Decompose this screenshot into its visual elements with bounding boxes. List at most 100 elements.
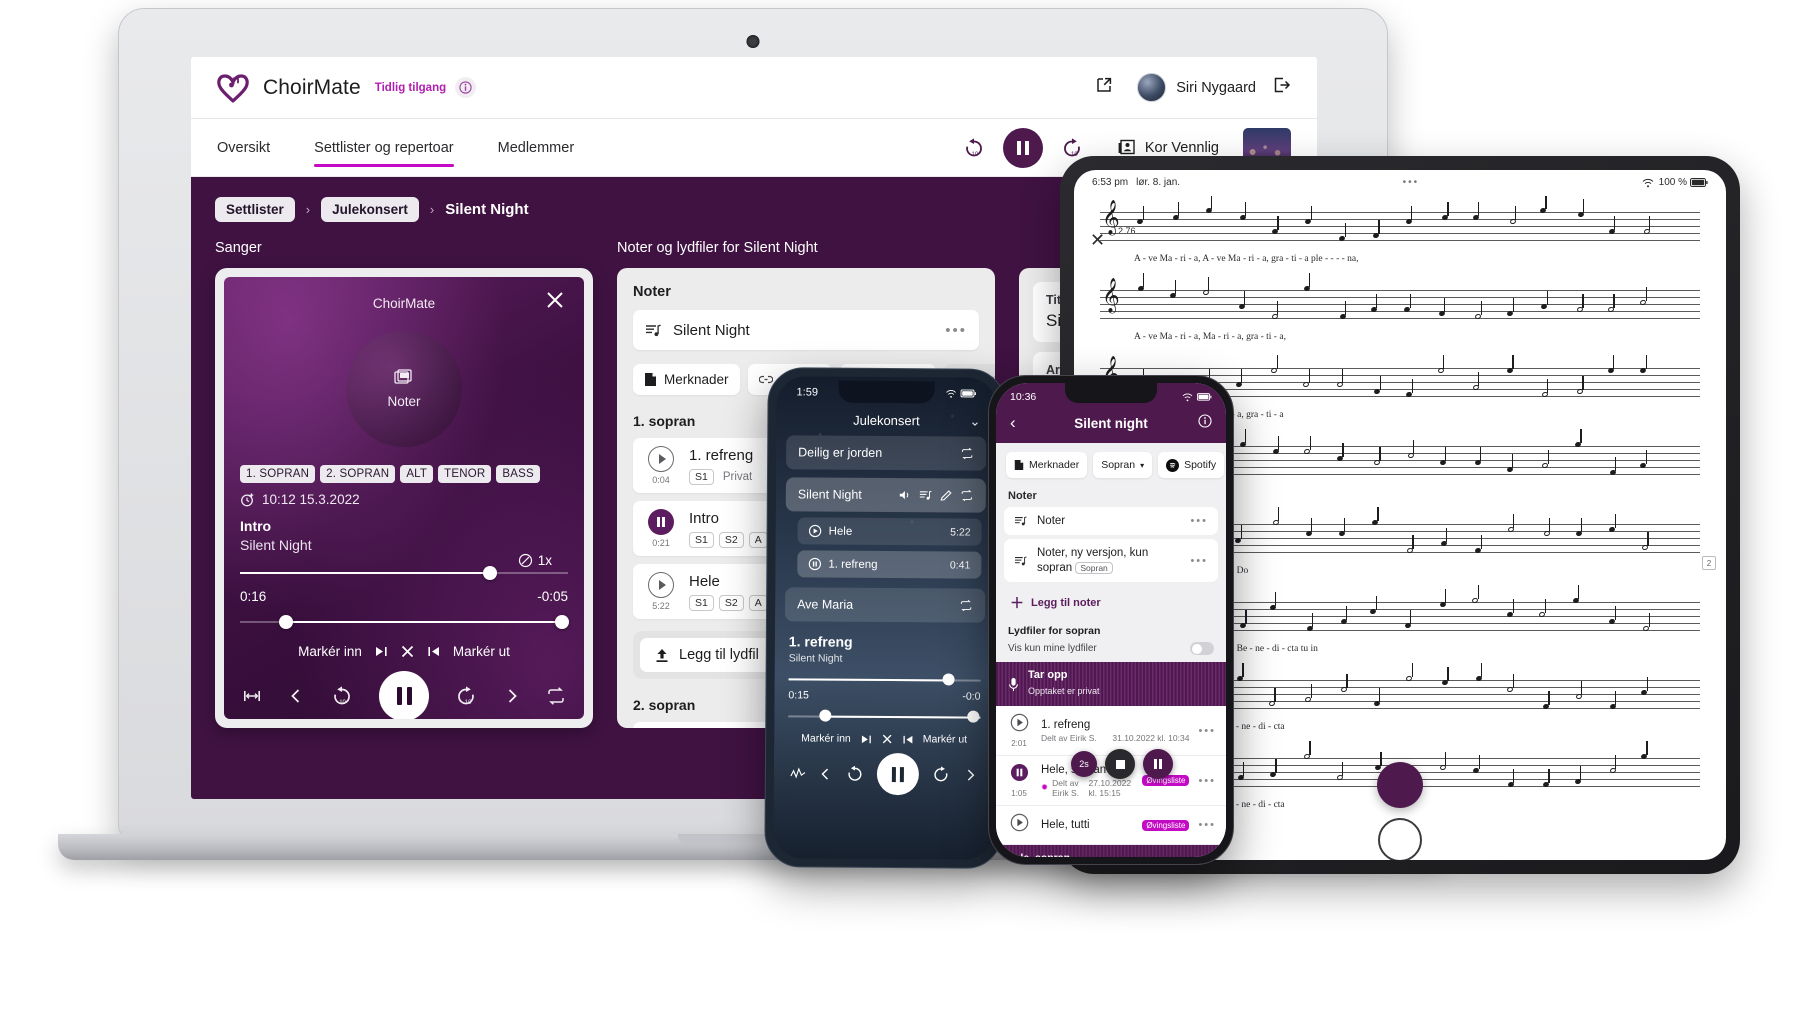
track-play-area[interactable]: 1:05 (1006, 763, 1032, 798)
note-stem (1377, 507, 1379, 521)
mark-out-label[interactable]: Markér ut (453, 644, 510, 659)
global-play-pause-button[interactable] (1002, 127, 1043, 168)
sheet-row[interactable]: Silent Night ••• (633, 310, 979, 350)
edit-icon[interactable] (940, 489, 953, 501)
progress-slider[interactable] (788, 671, 981, 688)
breadcrumb-julekonsert[interactable]: Julekonsert (321, 197, 419, 222)
note-stem (1545, 196, 1547, 209)
note-stem (1445, 751, 1447, 766)
mark-in-icon[interactable] (374, 645, 388, 658)
play-icon[interactable] (1010, 713, 1029, 732)
close-icon[interactable] (544, 289, 570, 315)
progress-slider[interactable] (240, 563, 568, 583)
track-play-area[interactable]: 0:21 (644, 509, 678, 548)
row-menu-icon[interactable]: ••• (1190, 555, 1208, 567)
info-icon[interactable] (455, 77, 477, 98)
breadcrumb-settlister[interactable]: Settlister (215, 197, 295, 222)
list-item[interactable]: Noter ••• (1004, 507, 1218, 535)
sheet-menu-icon[interactable]: ••• (945, 322, 967, 339)
clear-markers-icon[interactable] (881, 733, 893, 745)
previous-icon[interactable] (818, 766, 833, 781)
row-menu-icon[interactable]: ••• (1190, 515, 1208, 527)
repeat-icon[interactable] (959, 599, 973, 612)
info-icon[interactable] (1192, 413, 1212, 433)
track-play-area[interactable]: 5:22 (644, 572, 678, 611)
row-menu-icon[interactable]: ••• (1198, 775, 1216, 787)
mark-out-icon[interactable] (427, 645, 441, 658)
open-external-icon[interactable] (1095, 76, 1113, 99)
play-pause-button[interactable] (379, 671, 429, 719)
record-button[interactable] (1377, 762, 1423, 808)
play-icon[interactable] (1010, 813, 1029, 832)
range-slider[interactable] (788, 708, 981, 725)
repeat-icon[interactable] (546, 687, 566, 705)
chevron-down-icon[interactable]: ⌄ (969, 413, 980, 429)
next-icon[interactable] (963, 767, 978, 782)
add-audio-button[interactable]: Legg til lydfil (640, 638, 774, 672)
chip-spotify[interactable]: Spotify (1158, 452, 1225, 478)
list-item[interactable]: 1. refreng 0:41 (797, 550, 982, 579)
stop-button[interactable] (1105, 749, 1135, 779)
pause-icon[interactable] (648, 509, 674, 535)
row-menu-icon[interactable]: ••• (1198, 725, 1216, 737)
track-play-area[interactable]: 2:01 (1006, 713, 1032, 748)
sheet-music-disc[interactable]: Noter (346, 331, 462, 447)
home-indicator[interactable] (1378, 818, 1422, 860)
now-playing-bar[interactable]: Hele, sopran Silent night / Franz Xaver … (996, 845, 1226, 857)
list-item[interactable]: Ave Maria (784, 587, 986, 623)
play-pause-button[interactable] (876, 752, 920, 796)
back-icon[interactable]: ‹ (1010, 413, 1030, 433)
track-play-area[interactable]: 0:04 (644, 446, 678, 485)
add-notes-button[interactable]: ＋ Legg til noter (996, 586, 1226, 620)
table-row[interactable]: Hele, tutti Øvingsliste ••• (996, 806, 1226, 845)
row-menu-icon[interactable]: ••• (1198, 819, 1216, 831)
volume-icon[interactable] (899, 489, 912, 501)
list-item[interactable]: Deilig er jorden (786, 435, 987, 471)
rewind-10-icon[interactable]: 10 (330, 684, 354, 708)
speed-button[interactable]: 2s (1071, 751, 1097, 777)
mark-out-icon[interactable] (902, 734, 914, 745)
list-item-selected[interactable]: Silent Night (785, 477, 986, 513)
chip-merknader[interactable]: Merknader (633, 364, 740, 395)
track-play-area[interactable] (1006, 813, 1032, 837)
mark-in-label[interactable]: Markér inn (298, 644, 362, 659)
list-item[interactable]: Noter, ny versjon, kun sopran Sopran ••• (1004, 539, 1218, 582)
previous-icon[interactable] (287, 687, 305, 705)
choir-selector[interactable]: Kor Vennlig (1117, 138, 1219, 157)
rewind-10-icon[interactable]: 10 (961, 135, 987, 161)
chip-voice-selector[interactable]: Sopran ▾ (1093, 452, 1153, 478)
play-icon[interactable] (808, 524, 822, 538)
pause-icon[interactable] (808, 557, 822, 571)
note-stem (1548, 517, 1551, 532)
loop-range-icon[interactable] (242, 688, 262, 704)
chip-merknader[interactable]: Merknader (1006, 452, 1088, 478)
score-icon[interactable] (919, 489, 933, 501)
forward-10-icon[interactable]: 10 (1059, 135, 1085, 161)
add-audio-wrap[interactable]: Legg til lydfil (633, 631, 781, 679)
tab-oversikt[interactable]: Oversikt (217, 119, 270, 177)
next-icon[interactable] (503, 687, 521, 705)
play-icon[interactable] (648, 572, 674, 598)
forward-10-icon[interactable] (931, 764, 951, 784)
logout-icon[interactable] (1272, 76, 1291, 99)
pause-button[interactable] (1143, 749, 1173, 779)
repeat-icon[interactable] (960, 447, 974, 460)
mark-in-label[interactable]: Markér inn (801, 732, 851, 744)
avatar[interactable] (1137, 73, 1167, 102)
my-files-toggle[interactable] (1190, 642, 1214, 655)
recording-banner[interactable]: Tar opp Opptaket er privat (996, 662, 1226, 706)
list-item[interactable]: Hele 5:22 (797, 517, 982, 546)
note-stem (1375, 294, 1378, 308)
tab-medlemmer[interactable]: Medlemmer (498, 119, 575, 177)
pause-icon[interactable] (1010, 763, 1029, 782)
rewind-10-icon[interactable] (845, 764, 865, 784)
range-slider[interactable] (240, 612, 569, 632)
play-icon[interactable] (648, 446, 674, 472)
waveform-icon[interactable] (790, 766, 806, 780)
tab-settlister-og-repertoar[interactable]: Settlister og repertoar (314, 119, 455, 177)
clear-markers-icon[interactable] (400, 644, 415, 659)
repeat-icon[interactable] (960, 489, 974, 502)
forward-10-icon[interactable]: 10 (454, 684, 478, 708)
mark-in-icon[interactable] (860, 733, 872, 744)
mark-out-label[interactable]: Markér ut (923, 733, 967, 745)
